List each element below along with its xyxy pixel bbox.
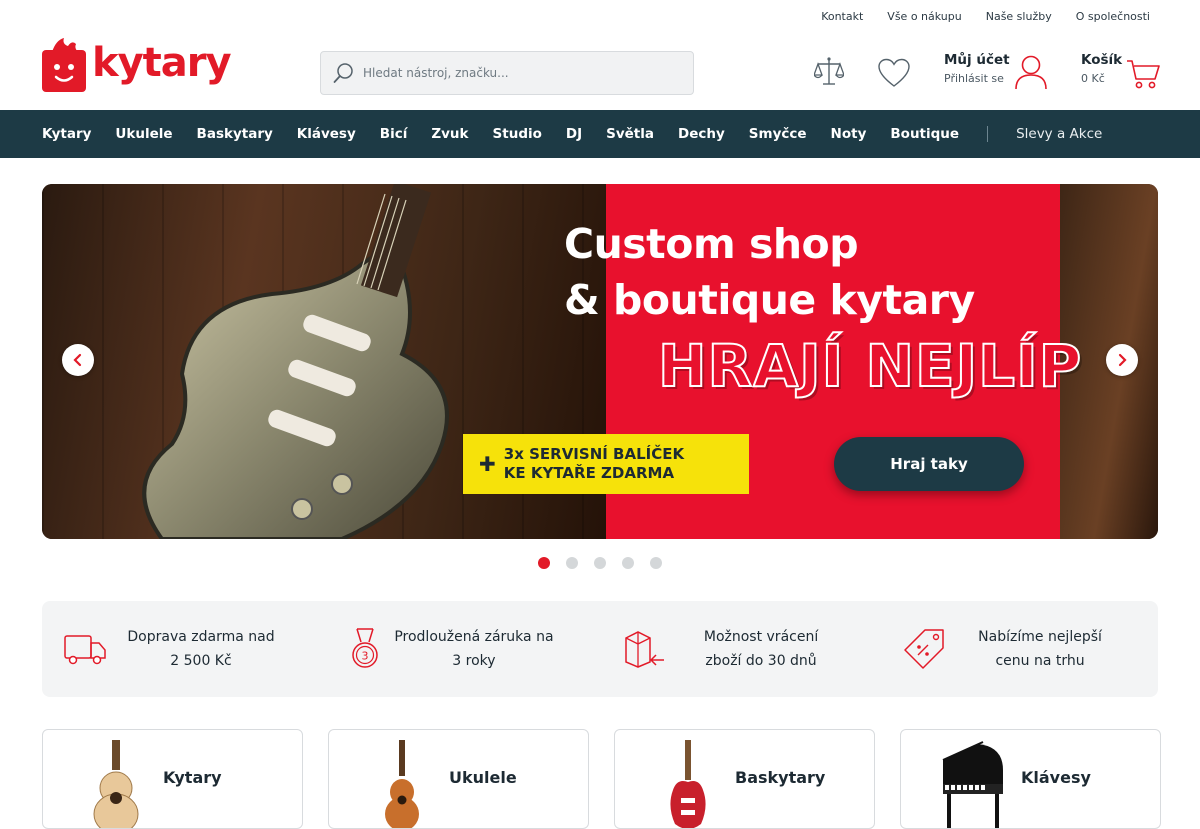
benefit-text-4b: cenu na trhu <box>995 653 1085 669</box>
site-logo[interactable]: kytary <box>42 36 232 94</box>
nav-klavesy[interactable]: Klávesy <box>297 126 356 142</box>
slider-dot-1[interactable] <box>538 557 550 569</box>
category-label-klavesy: Klávesy <box>1021 768 1091 787</box>
main-navigation: Kytary Ukulele Baskytary Klávesy Bicí Zv… <box>0 110 1200 158</box>
nav-divider <box>987 126 989 142</box>
acoustic-guitar-icon <box>93 740 139 828</box>
category-card-ukulele[interactable]: Ukulele <box>328 729 589 829</box>
logo-wordmark: kytary <box>92 40 232 86</box>
hero-slider[interactable]: Custom shop & boutique kytary HRAJÍ NEJL… <box>42 184 1158 539</box>
utility-links: Kontakt Vše o nákupu Naše služby O spole… <box>821 10 1150 23</box>
nav-kytary[interactable]: Kytary <box>42 126 91 142</box>
promo-line1: 3x SERVISNÍ BALÍČEK <box>503 445 685 463</box>
benefit-text-1a: Doprava zdarma nad <box>127 629 275 645</box>
link-o-spolecnosti[interactable]: O společnosti <box>1076 10 1150 23</box>
slider-pagination <box>538 557 662 569</box>
hero-headline: HRAJÍ NEJLÍP <box>657 331 1083 401</box>
nav-dj[interactable]: DJ <box>566 126 582 142</box>
slider-dot-4[interactable] <box>622 557 634 569</box>
category-label-ukulele: Ukulele <box>449 768 517 787</box>
benefit-free-shipping: Doprava zdarma nad 2 500 Kč <box>42 601 321 697</box>
benefit-warranty: 3 Prodloužená záruka na 3 roky <box>321 601 600 697</box>
cart-total: 0 Kč <box>1081 72 1105 85</box>
promo-line2: KE KYTAŘE ZDARMA <box>503 464 675 482</box>
slider-dot-2[interactable] <box>566 557 578 569</box>
search-input[interactable] <box>363 66 663 80</box>
hero-cta-button[interactable]: Hraj taky <box>834 437 1024 491</box>
benefit-text-1b: 2 500 Kč <box>170 653 232 669</box>
nav-dechy[interactable]: Dechy <box>678 126 725 142</box>
benefit-text-2b: 3 roky <box>452 653 496 669</box>
price-tag-icon <box>904 629 944 669</box>
medal-icon: 3 <box>352 628 378 668</box>
bass-guitar-icon <box>670 740 706 828</box>
cart-icon[interactable] <box>1126 58 1160 94</box>
category-card-klavesy[interactable]: Klávesy <box>900 729 1161 829</box>
benefit-text-3a: Možnost vrácení <box>703 629 819 645</box>
link-vse-o-nakupu[interactable]: Vše o nákupu <box>887 10 961 23</box>
nav-bici[interactable]: Bicí <box>380 126 408 142</box>
search-box[interactable] <box>320 51 694 95</box>
nav-studio[interactable]: Studio <box>493 126 542 142</box>
account-link[interactable]: Můj účet Přihlásit se <box>944 52 1010 85</box>
benefit-returns: Možnost vrácení zboží do 30 dnů <box>600 601 879 697</box>
hero-title-line1: Custom shop <box>564 220 859 268</box>
wishlist-heart-icon[interactable] <box>878 58 910 92</box>
chevron-left-icon <box>73 353 82 367</box>
nav-svetla[interactable]: Světla <box>606 126 654 142</box>
truck-icon <box>64 635 106 665</box>
hero-title-line2: & boutique kytary <box>564 276 975 324</box>
chevron-right-icon <box>1118 353 1127 367</box>
slider-dot-3[interactable] <box>594 557 606 569</box>
nav-boutique[interactable]: Boutique <box>890 126 959 142</box>
cart-link[interactable]: Košík 0 Kč <box>1081 52 1122 85</box>
benefits-bar: Doprava zdarma nad 2 500 Kč 3 Prodloužen… <box>42 601 1158 697</box>
nav-noty[interactable]: Noty <box>831 126 867 142</box>
return-box-icon <box>625 631 665 668</box>
benefit-text-2a: Prodloužená záruka na <box>394 629 554 645</box>
slider-dot-5[interactable] <box>650 557 662 569</box>
category-card-baskytary[interactable]: Baskytary <box>614 729 875 829</box>
nav-smycce[interactable]: Smyčce <box>749 126 807 142</box>
benefit-text-3b: zboží do 30 dnů <box>705 653 817 669</box>
nav-slevy-a-akce[interactable]: Slevy a Akce <box>1016 126 1102 142</box>
account-title: Můj účet <box>944 52 1010 68</box>
mascot-logo-icon <box>42 38 86 92</box>
svg-text:3: 3 <box>361 650 368 663</box>
compare-scale-icon[interactable] <box>813 56 845 92</box>
site-header: kytary Můj účet Přihlásit se <box>0 34 1200 110</box>
nav-baskytary[interactable]: Baskytary <box>197 126 273 142</box>
login-link[interactable]: Přihlásit se <box>944 72 1010 85</box>
category-card-kytary[interactable]: Kytary <box>42 729 303 829</box>
search-icon <box>333 63 353 83</box>
ukulele-icon <box>385 740 419 828</box>
benefit-text-4a: Nabízíme nejlepší <box>978 629 1102 645</box>
hero-promo-badge: ✚ 3x SERVISNÍ BALÍČEK KE KYTAŘE ZDARMA <box>463 434 749 494</box>
utility-bar: Kontakt Vše o nákupu Naše služby O spole… <box>0 0 1200 34</box>
slider-next-button[interactable] <box>1106 344 1138 376</box>
cart-title: Košík <box>1081 52 1123 68</box>
grand-piano-icon <box>942 741 1003 828</box>
nav-ukulele[interactable]: Ukulele <box>115 126 172 142</box>
benefit-best-price: Nabízíme nejlepší cenu na trhu <box>879 601 1158 697</box>
category-label-kytary: Kytary <box>163 768 222 787</box>
link-kontakt[interactable]: Kontakt <box>821 10 863 23</box>
category-label-baskytary: Baskytary <box>735 768 826 787</box>
category-cards: Kytary Ukulele Baskytary Klávesy <box>42 729 1161 829</box>
link-nase-sluzby[interactable]: Naše služby <box>986 10 1052 23</box>
nav-zvuk[interactable]: Zvuk <box>431 126 468 142</box>
user-icon[interactable] <box>1014 54 1048 94</box>
hero-title: Custom shop & boutique kytary <box>564 216 975 328</box>
plus-icon: ✚ <box>479 452 496 476</box>
slider-prev-button[interactable] <box>62 344 94 376</box>
